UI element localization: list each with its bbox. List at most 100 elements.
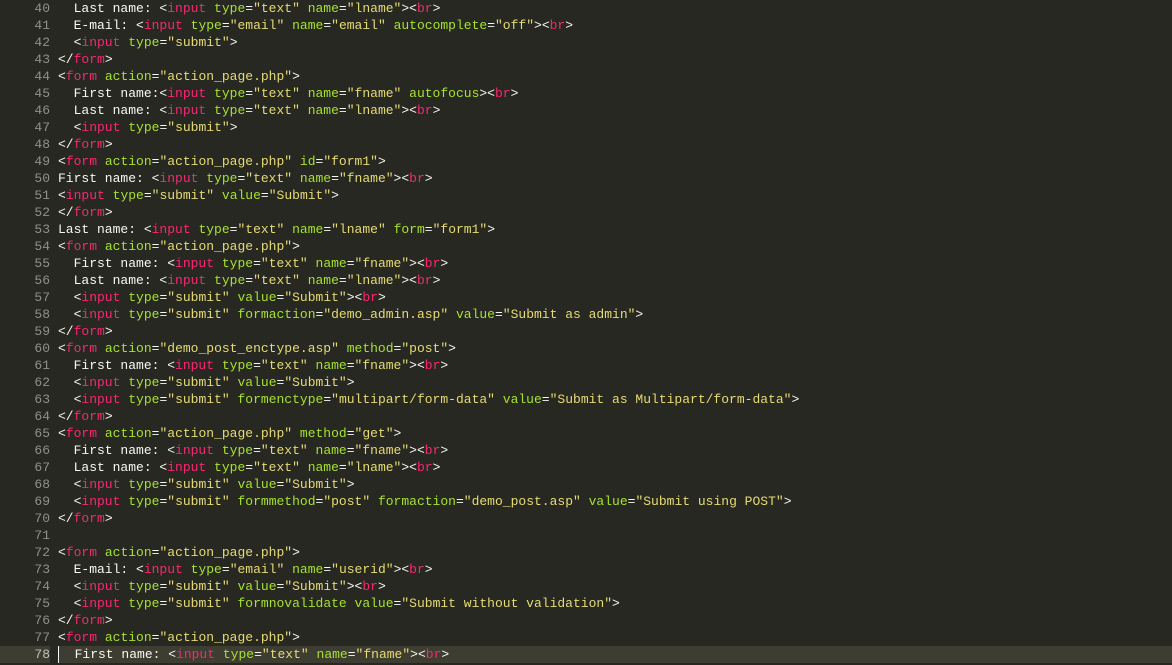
token-tag: form	[66, 630, 97, 645]
code-line[interactable]: <input type="submit">	[58, 119, 1172, 136]
token-attr: type	[191, 18, 222, 33]
code-line[interactable]	[58, 527, 1172, 544]
code-line[interactable]: Last name: <input type="text" name="lnam…	[58, 272, 1172, 289]
token-tag: input	[66, 188, 105, 203]
token-op: =	[487, 18, 495, 33]
code-line[interactable]: E-mail: <input type="email" name="email"…	[58, 17, 1172, 34]
line-number: 75	[0, 595, 50, 612]
line-number: 61	[0, 357, 50, 374]
token-attr: type	[191, 562, 222, 577]
token-attr: name	[292, 18, 323, 33]
token-attr: type	[128, 477, 159, 492]
code-line[interactable]: <input type="submit" value="Submit"><br>	[58, 578, 1172, 595]
token-plain	[308, 358, 316, 373]
code-line[interactable]: </form>	[58, 510, 1172, 527]
token-attr: name	[316, 358, 347, 373]
token-str: "action_page.php"	[159, 154, 292, 169]
code-line[interactable]: First name: <input type="text" name="fna…	[58, 646, 1172, 663]
token-attr: name	[292, 562, 323, 577]
code-line[interactable]: First name: <input type="text" name="fna…	[58, 255, 1172, 272]
token-attr: value	[222, 188, 261, 203]
code-line[interactable]: <input type="submit" value="Submit">	[58, 374, 1172, 391]
token-str: "text"	[253, 1, 300, 16]
token-plain: E-mail: <	[58, 562, 144, 577]
code-line[interactable]: E-mail: <input type="email" name="userid…	[58, 561, 1172, 578]
token-attr: name	[292, 222, 323, 237]
code-line[interactable]: <input type="submit" formaction="demo_ad…	[58, 306, 1172, 323]
token-plain: <	[58, 239, 66, 254]
code-line[interactable]: <form action="action_page.php">	[58, 629, 1172, 646]
token-op: =	[456, 494, 464, 509]
code-line[interactable]: <form action="action_page.php" method="g…	[58, 425, 1172, 442]
token-attr: type	[222, 443, 253, 458]
code-line[interactable]: <input type="submit" formmethod="post" f…	[58, 493, 1172, 510]
code-area[interactable]: Last name: <input type="text" name="lnam…	[58, 0, 1172, 665]
token-plain: >	[105, 324, 113, 339]
code-line[interactable]: </form>	[58, 612, 1172, 629]
line-number: 78	[0, 646, 50, 663]
code-line[interactable]: Last name: <input type="text" name="lnam…	[58, 459, 1172, 476]
token-str: "submit"	[167, 375, 229, 390]
code-line[interactable]: </form>	[58, 51, 1172, 68]
token-plain: ><	[401, 460, 417, 475]
code-line[interactable]: <form action="action_page.php">	[58, 544, 1172, 561]
token-op: =	[253, 256, 261, 271]
token-str: "text"	[261, 358, 308, 373]
line-number: 53	[0, 221, 50, 238]
line-number: 40	[0, 0, 50, 17]
code-line[interactable]: First name:<input type="text" name="fnam…	[58, 85, 1172, 102]
code-line[interactable]: <input type="submit" value="Submit"><br>	[58, 289, 1172, 306]
code-line[interactable]: <input type="submit" value="Submit">	[58, 187, 1172, 204]
token-boolattr: formnovalidate	[238, 596, 347, 611]
token-plain: <	[58, 579, 81, 594]
token-tag: br	[426, 647, 442, 662]
token-str: "lname"	[347, 460, 402, 475]
token-tag: input	[81, 596, 120, 611]
token-op: =	[339, 1, 347, 16]
token-plain: <	[58, 494, 81, 509]
code-line[interactable]: First name: <input type="text" name="fna…	[58, 357, 1172, 374]
code-line[interactable]: <input type="submit">	[58, 34, 1172, 51]
code-line[interactable]: Last name: <input type="text" name="lnam…	[58, 0, 1172, 17]
token-attr: value	[456, 307, 495, 322]
code-line[interactable]: First name: <input type="text" name="fna…	[58, 170, 1172, 187]
code-line[interactable]: <input type="submit" formnovalidate valu…	[58, 595, 1172, 612]
token-plain	[386, 18, 394, 33]
token-plain	[230, 477, 238, 492]
code-line[interactable]: Last name: <input type="text" name="lnam…	[58, 221, 1172, 238]
token-plain: >	[105, 409, 113, 424]
token-tag: br	[495, 86, 511, 101]
token-attr: type	[128, 120, 159, 135]
token-op: =	[331, 171, 339, 186]
line-number: 59	[0, 323, 50, 340]
code-line[interactable]: <form action="demo_post_enctype.asp" met…	[58, 340, 1172, 357]
code-line[interactable]: <input type="submit" value="Submit">	[58, 476, 1172, 493]
code-line[interactable]: </form>	[58, 323, 1172, 340]
code-line[interactable]: First name: <input type="text" name="fna…	[58, 442, 1172, 459]
code-line[interactable]: <form action="action_page.php">	[58, 68, 1172, 85]
token-tag: br	[362, 579, 378, 594]
token-tag: br	[417, 460, 433, 475]
token-str: "email"	[230, 18, 285, 33]
token-str: "submit"	[167, 596, 229, 611]
code-line[interactable]: </form>	[58, 136, 1172, 153]
code-line[interactable]: </form>	[58, 204, 1172, 221]
token-plain	[105, 188, 113, 203]
code-line[interactable]: <form action="action_page.php" id="form1…	[58, 153, 1172, 170]
token-plain	[284, 222, 292, 237]
token-plain: First name: <	[58, 171, 159, 186]
token-plain: >	[292, 239, 300, 254]
code-line[interactable]: </form>	[58, 408, 1172, 425]
token-str: "Submit"	[284, 579, 346, 594]
code-line[interactable]: <form action="action_page.php">	[58, 238, 1172, 255]
token-plain	[300, 460, 308, 475]
code-editor[interactable]: 4041424344454647484950515253545556575859…	[0, 0, 1172, 665]
code-line[interactable]: <input type="submit" formenctype="multip…	[58, 391, 1172, 408]
token-op: =	[245, 1, 253, 16]
code-line[interactable]: Last name: <input type="text" name="lnam…	[58, 102, 1172, 119]
token-attr: formmethod	[238, 494, 316, 509]
token-str: "text"	[253, 86, 300, 101]
token-str: "text"	[253, 460, 300, 475]
token-plain: </	[58, 511, 74, 526]
token-attr: form	[394, 222, 425, 237]
